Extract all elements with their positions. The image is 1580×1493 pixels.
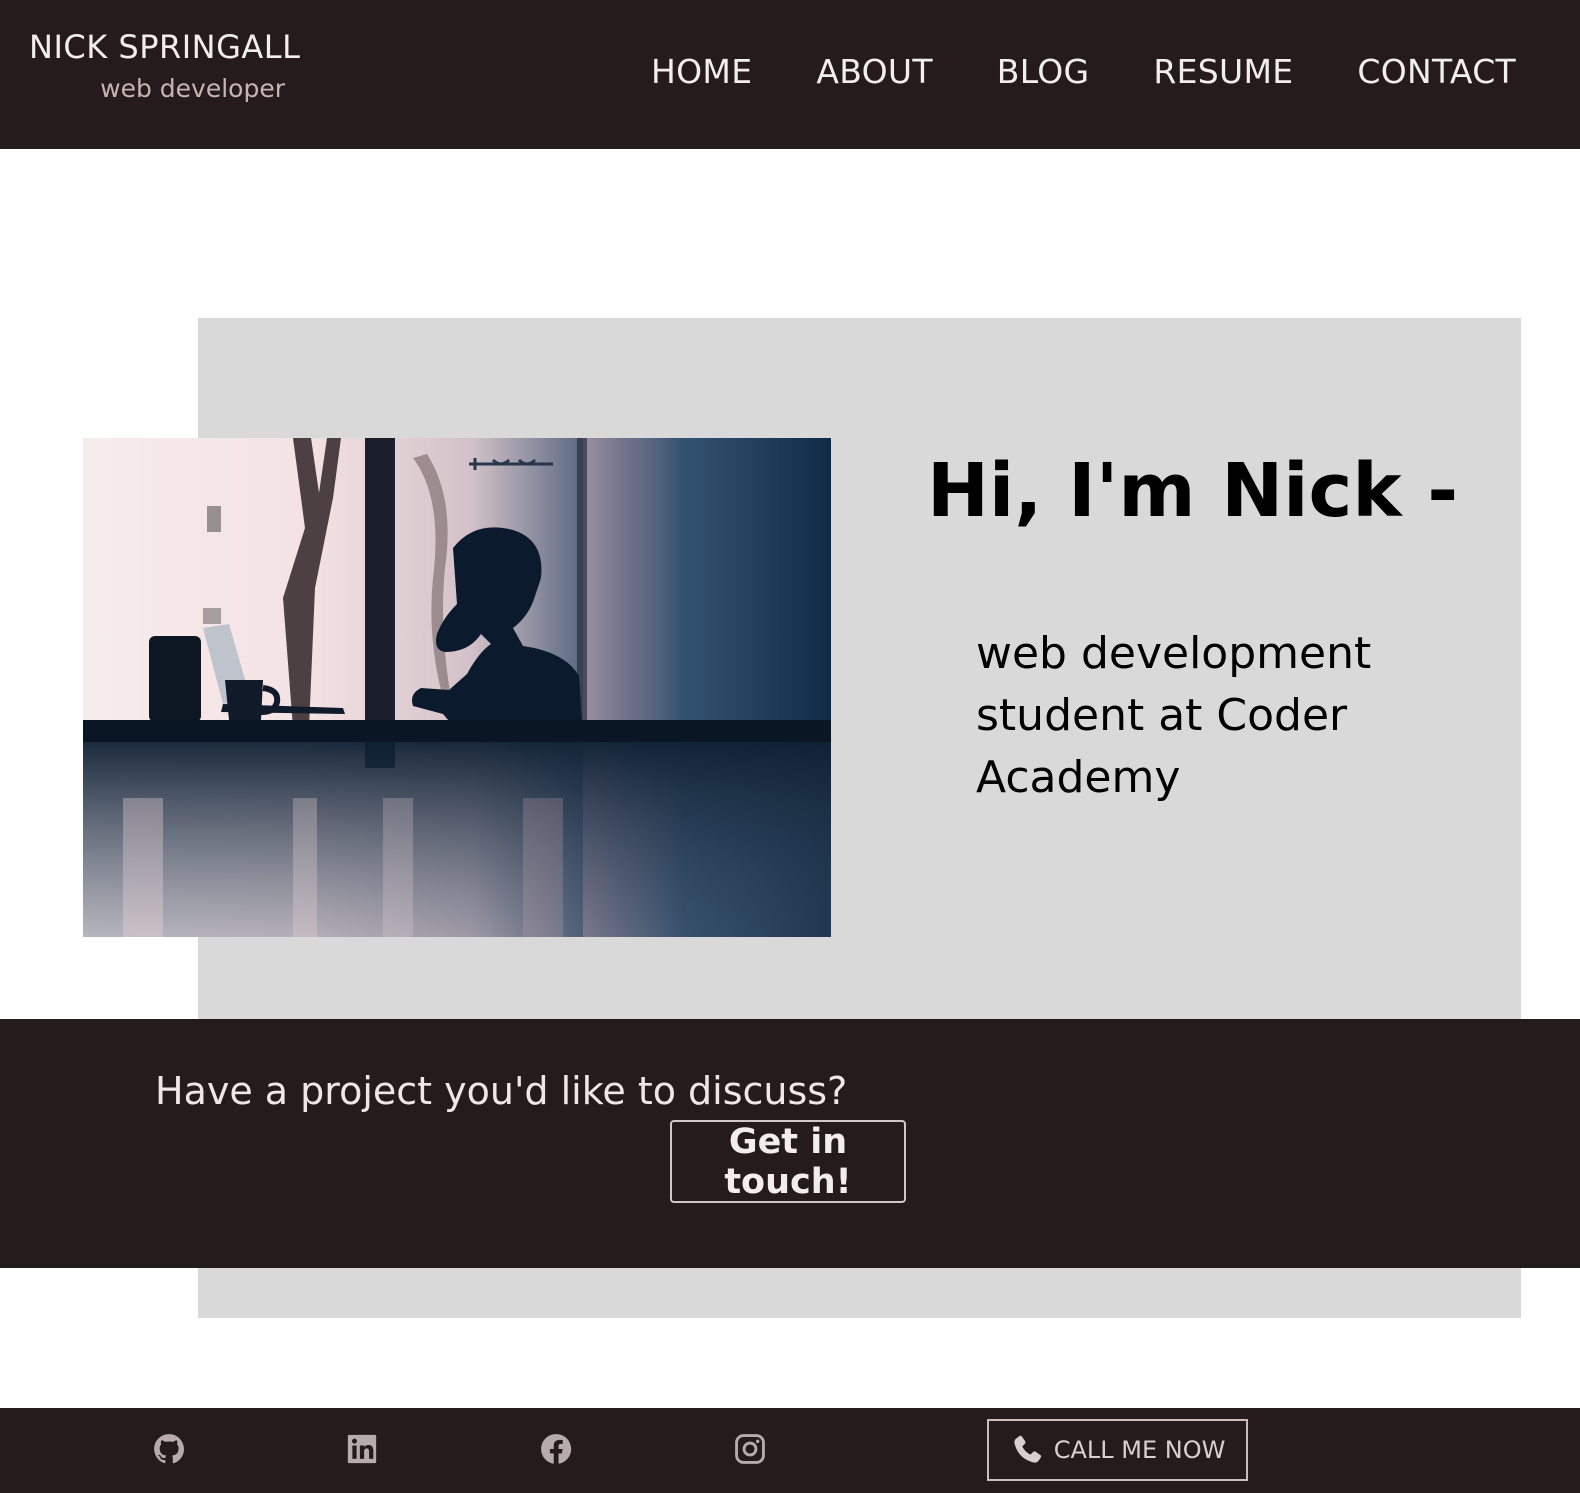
nav-resume[interactable]: RESUME (1153, 52, 1293, 91)
instagram-icon[interactable] (733, 1432, 767, 1466)
nav-home[interactable]: HOME (651, 52, 752, 91)
brand-tagline: web developer (100, 74, 285, 103)
facebook-icon[interactable] (539, 1432, 573, 1466)
hero-photo (83, 438, 831, 937)
nav-about[interactable]: ABOUT (816, 52, 932, 91)
nav-blog[interactable]: BLOG (997, 52, 1090, 91)
hero-subheading: web development student at Coder Academy (976, 628, 1372, 803)
brand-name: NICK SPRINGALL (29, 28, 301, 66)
github-icon[interactable] (152, 1432, 186, 1466)
cta-prompt: Have a project you'd like to discuss? (155, 1069, 848, 1113)
site-header: NICK SPRINGALL web developer HOME ABOUT … (0, 0, 1580, 149)
call-me-now-label: CALL ME NOW (1053, 1436, 1226, 1464)
site-footer: CALL ME NOW (0, 1408, 1580, 1493)
phone-icon (1014, 1435, 1041, 1463)
main-nav: HOME ABOUT BLOG RESUME CONTACT (651, 52, 1516, 91)
cta-band: Have a project you'd like to discuss? Ge… (0, 1019, 1580, 1268)
nav-contact[interactable]: CONTACT (1357, 52, 1516, 91)
call-me-now-button[interactable]: CALL ME NOW (987, 1419, 1248, 1481)
linkedin-icon[interactable] (345, 1432, 379, 1466)
hero-heading: Hi, I'm Nick - (927, 448, 1459, 534)
brand-logo[interactable]: NICK SPRINGALL web developer (29, 28, 301, 103)
get-in-touch-button[interactable]: Get in touch! (670, 1120, 906, 1203)
